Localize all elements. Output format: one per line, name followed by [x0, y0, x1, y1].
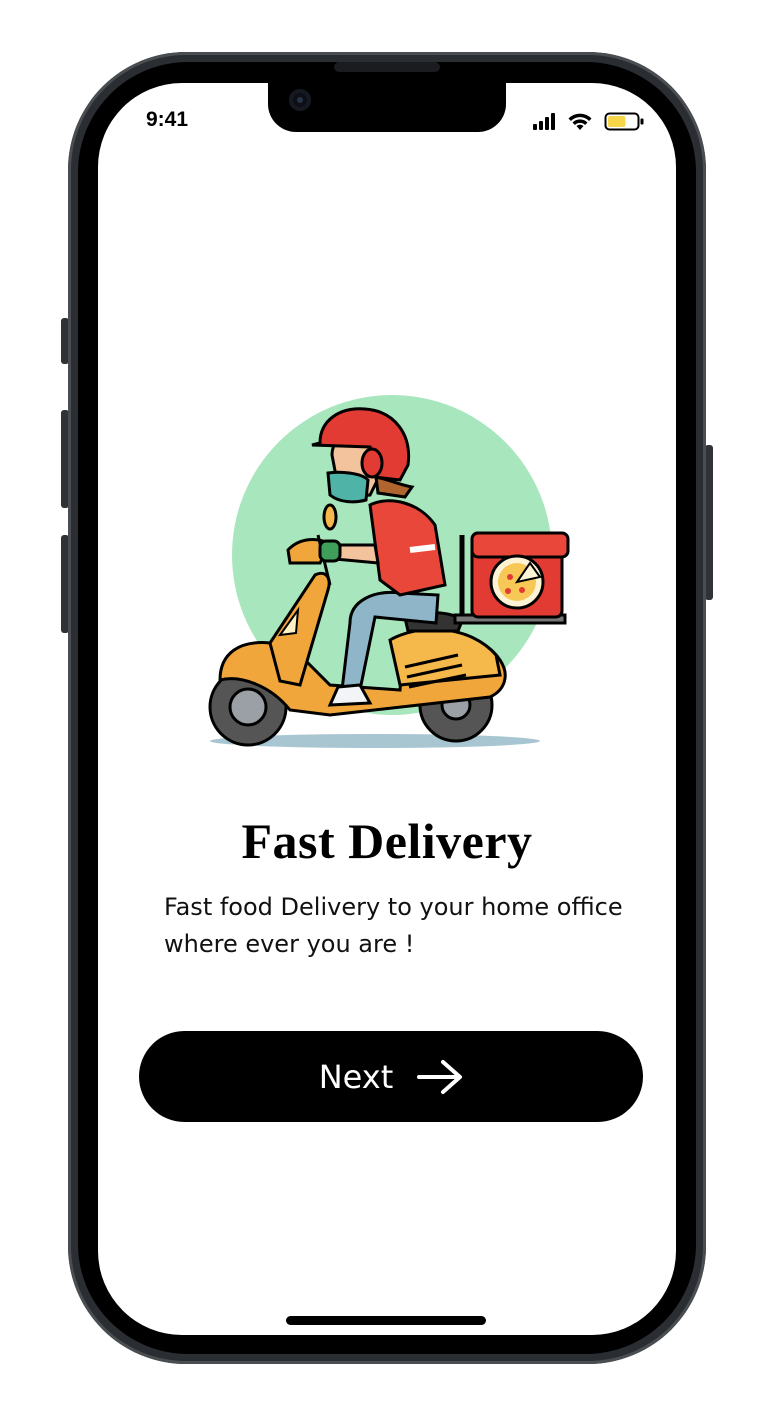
- battery-icon: [604, 112, 644, 131]
- status-icons: [533, 112, 644, 131]
- next-button[interactable]: Next: [139, 1031, 643, 1122]
- onboarding-description: Fast food Delivery to your home office w…: [164, 893, 623, 958]
- wifi-icon: [568, 113, 592, 130]
- speaker: [334, 62, 440, 72]
- next-button-label: Next: [318, 1057, 394, 1096]
- home-indicator[interactable]: [286, 1316, 486, 1325]
- status-time: 9:41: [146, 108, 189, 131]
- power-button: [705, 445, 713, 600]
- delivery-scooter-illustration: [208, 395, 570, 748]
- onboarding-title: Fast Delivery: [241, 813, 533, 869]
- cellular-signal-icon: [533, 113, 555, 130]
- arrow-right-icon: [417, 1059, 463, 1094]
- front-camera: [289, 89, 311, 111]
